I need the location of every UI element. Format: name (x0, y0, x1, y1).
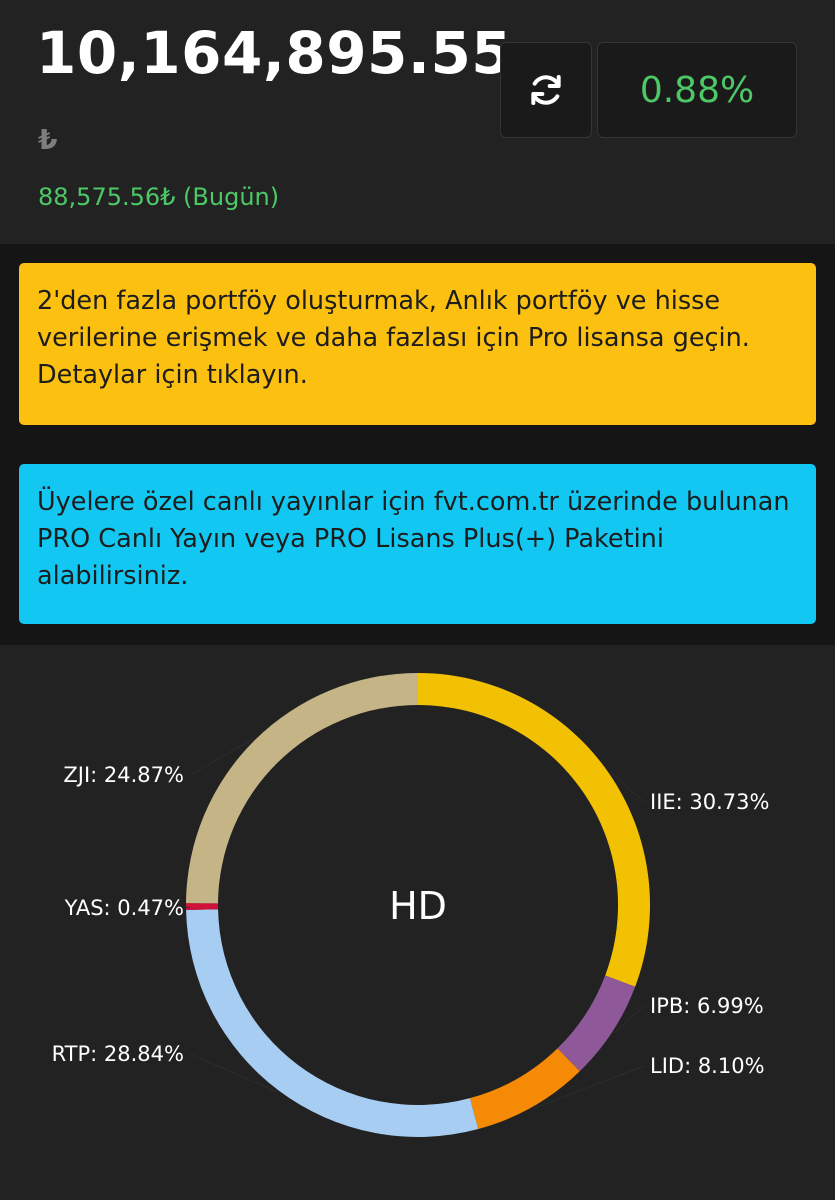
portfolio-distribution-chart: IIE: 30.73% IPB: 6.99% LID: 8.10% RTP: 28.8… (0, 645, 835, 1200)
pro-license-banner[interactable]: 2'den fazla portföy oluşturmak, Anlık po… (19, 263, 816, 425)
slice-label-yas: YAS: 0.47% (64, 896, 184, 920)
live-stream-banner[interactable]: Üyelere özel canlı yayınlar için fvt.com… (19, 464, 816, 624)
slice-rtp[interactable] (186, 909, 479, 1137)
donut-chart: IIE: 30.73% IPB: 6.99% LID: 8.10% RTP: 28.8… (52, 673, 769, 1137)
slice-label-ipb: IPB: 6.99% (650, 994, 764, 1018)
refresh-button[interactable] (500, 42, 592, 138)
daily-change: 88,575.56₺ (Bugün) (38, 183, 280, 211)
slice-iie[interactable] (418, 673, 650, 987)
slice-ipb[interactable] (557, 975, 636, 1072)
slice-yas[interactable] (186, 903, 219, 910)
portfolio-header: 10,164,895.55 ₺ 88,575.56₺ (Bugün) 0.88% (0, 0, 835, 244)
chart-center-label: HD (389, 884, 447, 928)
portfolio-total-value: 10,164,895.55 (36, 19, 513, 87)
slice-lid[interactable] (469, 1048, 580, 1130)
slice-zji[interactable] (186, 673, 418, 904)
slice-label-iie: IIE: 30.73% (650, 790, 769, 814)
slice-label-zji: ZJI: 24.87% (63, 763, 184, 787)
refresh-icon (531, 74, 561, 105)
slice-label-lid: LID: 8.10% (650, 1054, 765, 1078)
slice-label-rtp: RTP: 28.84% (52, 1042, 184, 1066)
change-percent-button[interactable]: 0.88% (597, 42, 797, 138)
currency-symbol: ₺ (38, 123, 58, 156)
